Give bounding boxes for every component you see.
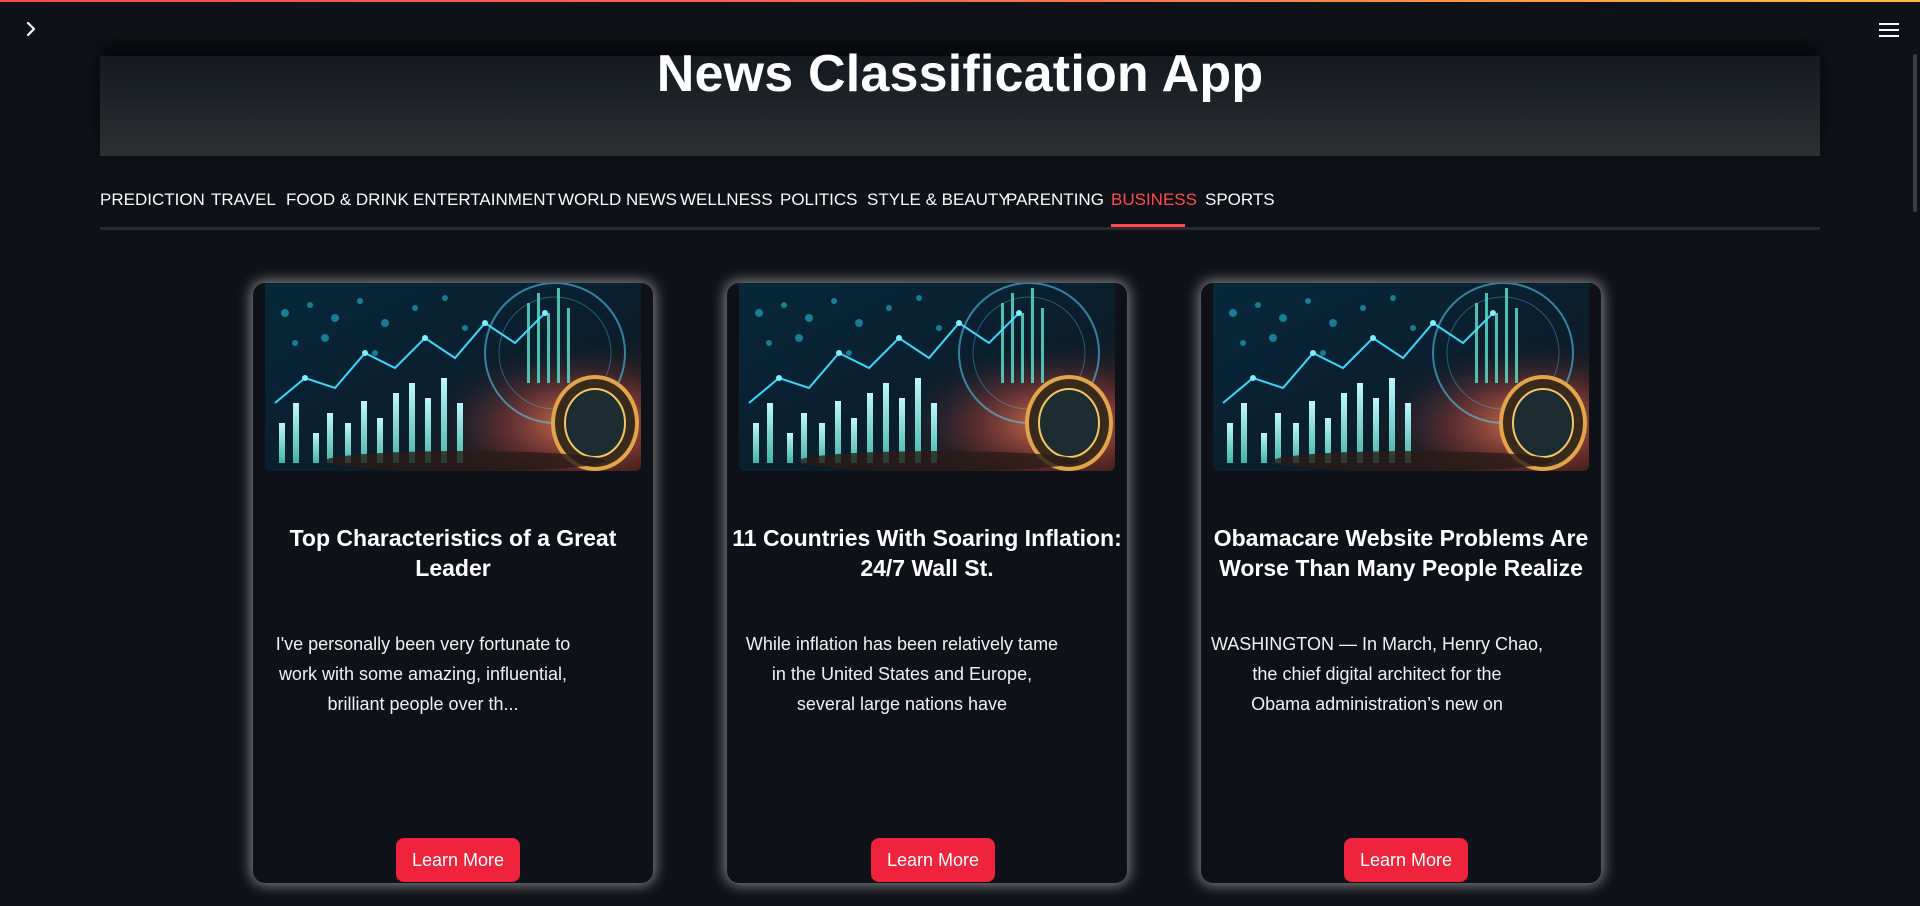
tab-wellness[interactable]: WELLNESS [680, 188, 773, 226]
card-title-line: Leader [415, 555, 491, 581]
tab-world-news[interactable]: WORLD NEWS [558, 188, 677, 226]
tab-travel[interactable]: TRAVEL [211, 188, 276, 226]
card-summary-line: the chief digital architect for the [1252, 664, 1502, 684]
learn-more-button[interactable]: Learn More [396, 838, 520, 882]
card-summary-line: work with some amazing, influential, [278, 664, 568, 684]
page-title-wrapper: News Classification App [100, 45, 1820, 104]
main-menu-button[interactable] [1874, 16, 1904, 44]
card-summary: WASHINGTON — In March, Henry Chao, the c… [1201, 629, 1553, 719]
card-summary-line: Obama administration’s new on [1251, 694, 1503, 714]
card-summary: While inflation has been relatively tame… [727, 629, 1077, 719]
active-tab-indicator [1111, 224, 1185, 227]
news-card: Top Characteristics of a Great Leader I'… [253, 283, 653, 883]
card-title-line: 11 Countries With Soaring Inflation: [732, 525, 1122, 551]
page-scrollbar[interactable] [1913, 54, 1917, 212]
sidebar-toggle-button[interactable] [18, 16, 44, 42]
card-title: Top Characteristics of a Great Leader [253, 523, 653, 583]
tab-food-drink[interactable]: FOOD & DRINK [286, 188, 409, 226]
card-summary-line: several large nations have [796, 694, 1008, 714]
card-summary-line: in the United States and Europe, [771, 664, 1033, 684]
card-title: 11 Countries With Soaring Inflation: 24/… [727, 523, 1127, 583]
finance-chart-image [1213, 283, 1589, 471]
chevron-right-icon [26, 21, 36, 37]
news-card: 11 Countries With Soaring Inflation: 24/… [727, 283, 1127, 883]
card-title-line: Obamacare Website Problems Are [1213, 525, 1589, 551]
learn-more-button[interactable]: Learn More [1344, 838, 1468, 882]
card-summary-line: I've personally been very fortunate to [275, 634, 571, 654]
card-summary-line: While inflation has been relatively tame [745, 634, 1059, 654]
card-summary: I've personally been very fortunate to w… [253, 629, 593, 719]
page-title: News Classification App [656, 45, 1264, 103]
card-summary-line: WASHINGTON — In March, Henry Chao, [1210, 634, 1544, 654]
news-card: Obamacare Website Problems Are Worse Tha… [1201, 283, 1601, 883]
card-title-line: Top Characteristics of a Great [289, 525, 617, 551]
top-accent-bar [0, 0, 1920, 2]
finance-chart-image [265, 283, 641, 471]
tab-entertainment[interactable]: ENTERTAINMENT [413, 188, 556, 226]
card-title: Obamacare Website Problems Are Worse Tha… [1201, 523, 1601, 583]
finance-chart-image [739, 283, 1115, 471]
tab-prediction[interactable]: PREDICTION [100, 188, 205, 226]
tab-parenting[interactable]: PARENTING [1006, 188, 1104, 226]
tab-business[interactable]: BUSINESS [1111, 188, 1197, 226]
tab-sports[interactable]: SPORTS [1205, 188, 1275, 226]
card-title-line: Worse Than Many People Realize [1219, 555, 1583, 581]
learn-more-button[interactable]: Learn More [871, 838, 995, 882]
tab-politics[interactable]: POLITICS [780, 188, 857, 226]
card-title-line: 24/7 Wall St. [860, 555, 994, 581]
tab-style-beauty[interactable]: STYLE & BEAUTY [867, 188, 1010, 226]
hamburger-menu-icon [1879, 23, 1899, 37]
category-tabs: PREDICTION TRAVEL FOOD & DRINK ENTERTAIN… [100, 188, 1820, 230]
card-summary-line: brilliant people over th... [327, 694, 519, 714]
